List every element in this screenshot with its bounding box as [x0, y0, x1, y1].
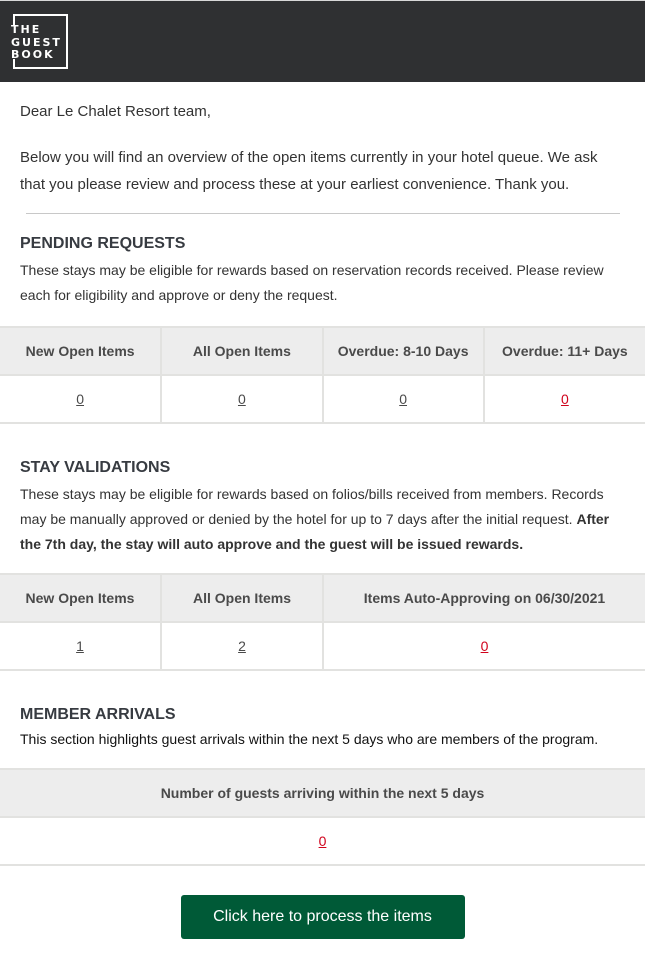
column-header: Overdue: 11+ Days [483, 326, 645, 376]
description-text: These stays may be eligible for rewards … [20, 486, 604, 527]
process-items-button[interactable]: Click here to process the items [180, 895, 465, 939]
section-description: This section highlights guest arrivals w… [20, 731, 599, 747]
all-open-items-link[interactable]: 2 [238, 638, 246, 654]
cta-container: Click here to process the items [0, 866, 645, 939]
member-arrivals-table: Number of guests arriving within the nex… [0, 768, 645, 866]
column-header: All Open Items [161, 326, 324, 376]
table-cell: 0 [483, 375, 645, 424]
pending-requests-section: PENDING REQUESTS These stays may be elig… [0, 214, 645, 308]
table-row: 0 [0, 817, 645, 866]
table-header-row: New Open Items All Open Items Overdue: 8… [0, 326, 645, 376]
table-cell: 0 [0, 817, 645, 866]
column-header: All Open Items [161, 573, 324, 623]
table-cell: 2 [161, 622, 324, 671]
table-row: 0 0 0 0 [0, 375, 645, 424]
overdue-8-10-link[interactable]: 0 [399, 391, 407, 407]
arriving-guests-link[interactable]: 0 [319, 833, 327, 849]
email-header: THE GUEST BOOK [0, 0, 645, 82]
table-header-row: New Open Items All Open Items Items Auto… [0, 573, 645, 623]
section-title: PENDING REQUESTS [20, 235, 186, 252]
auto-approving-link[interactable]: 0 [481, 638, 489, 654]
column-header: New Open Items [0, 326, 163, 376]
stay-validations-table: New Open Items All Open Items Items Auto… [0, 573, 645, 671]
table-header-row: Number of guests arriving within the nex… [0, 768, 645, 818]
member-arrivals-section: MEMBER ARRIVALS This section highlights … [0, 671, 645, 752]
greeting: Dear Le Chalet Resort team, [20, 103, 211, 120]
column-header: New Open Items [0, 573, 162, 623]
column-header: Number of guests arriving within the nex… [0, 768, 645, 818]
column-header: Overdue: 8-10 Days [322, 326, 485, 376]
section-description: These stays may be eligible for rewards … [20, 482, 625, 557]
section-title: STAY VALIDATIONS [20, 459, 171, 476]
section-title: MEMBER ARRIVALS [20, 706, 176, 723]
all-open-items-link[interactable]: 0 [238, 391, 246, 407]
pending-requests-table: New Open Items All Open Items Overdue: 8… [0, 326, 645, 424]
section-description: These stays may be eligible for rewards … [20, 262, 604, 303]
table-cell: 1 [0, 622, 162, 671]
new-open-items-link[interactable]: 0 [76, 391, 84, 407]
overdue-11-plus-link[interactable]: 0 [561, 391, 569, 407]
table-cell: 0 [323, 622, 645, 671]
table-cell: 0 [161, 375, 324, 424]
logo-text: THE GUEST BOOK [11, 23, 62, 61]
letter-body: Dear Le Chalet Resort team, Below you wi… [0, 82, 645, 214]
table-cell: 0 [0, 375, 163, 424]
stay-validations-section: STAY VALIDATIONS These stays may be elig… [0, 424, 645, 557]
new-open-items-link[interactable]: 1 [76, 638, 84, 654]
intro-paragraph: Below you will find an overview of the o… [20, 149, 598, 193]
column-header: Items Auto-Approving on 06/30/2021 [323, 573, 645, 623]
table-row: 1 2 0 [0, 622, 645, 671]
table-cell: 0 [322, 375, 485, 424]
